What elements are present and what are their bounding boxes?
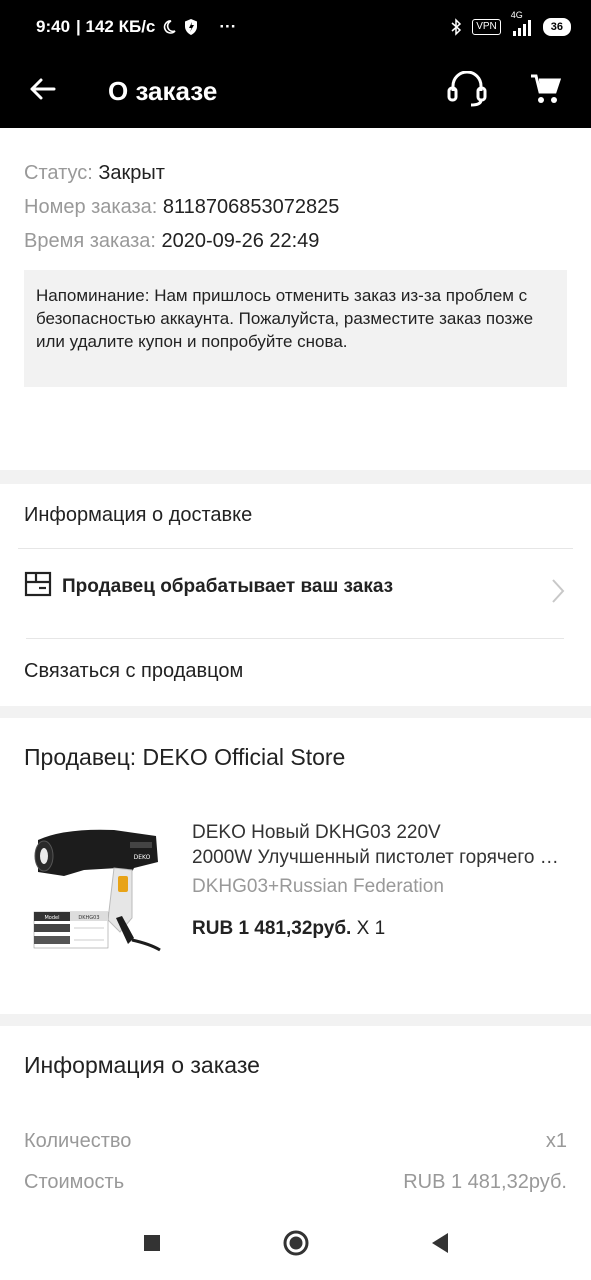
- vpn-badge: VPN: [472, 19, 501, 35]
- product-price: RUB 1 481,32руб.: [192, 918, 352, 939]
- order-status-section: Статус: Закрыт Номер заказа: 81187068530…: [0, 128, 591, 470]
- product-card[interactable]: Model DKHG03 DEKO DEKO Новый DKHG03 220V…: [24, 810, 571, 970]
- quantity-label: Количество: [24, 1130, 132, 1152]
- triangle-back-icon: [430, 1232, 450, 1259]
- page-title: О заказе: [108, 75, 218, 106]
- delivery-title: Информация о доставке: [24, 504, 253, 526]
- order-number-row: Номер заказа: 8118706853072825: [24, 190, 339, 224]
- order-number-label: Номер заказа:: [24, 196, 163, 218]
- contact-seller-link[interactable]: Связаться с продавцом: [24, 660, 243, 683]
- image-table-label-left: Model: [44, 915, 59, 921]
- back-nav-button[interactable]: [418, 1223, 462, 1267]
- bluetooth-icon: [450, 18, 462, 36]
- network-type: 4G: [510, 10, 523, 20]
- moon-icon: [161, 19, 177, 35]
- status-bar: 9:40 | 142 КБ/с ··· VPN 4G 36: [0, 0, 591, 54]
- shield-icon: [183, 18, 199, 36]
- status-row: Статус: Закрыт: [24, 156, 339, 190]
- status-more: ···: [219, 17, 237, 36]
- product-variant: DKHG03+Russian Federation: [192, 876, 444, 897]
- status-label: Статус:: [24, 162, 99, 184]
- order-time-value: 2020-09-26 22:49: [161, 230, 320, 252]
- divider: [26, 638, 564, 639]
- arrow-left-icon: [28, 77, 56, 106]
- quantity-value: x1: [545, 1130, 567, 1152]
- cart-button[interactable]: [523, 69, 567, 113]
- status-value: Закрыт: [98, 162, 165, 184]
- image-table-label-right: DKHG03: [78, 915, 99, 921]
- support-button[interactable]: [445, 69, 489, 113]
- app-bar: О заказе: [0, 54, 591, 128]
- back-button[interactable]: [0, 54, 84, 128]
- system-nav-bar: [0, 1210, 591, 1280]
- product-price-row: RUB 1 481,32руб. X 1: [192, 918, 567, 940]
- recents-button[interactable]: [130, 1223, 174, 1267]
- order-time-row: Время заказа: 2020-09-26 22:49: [24, 224, 339, 258]
- chevron-right-icon: [551, 578, 565, 609]
- order-number-value[interactable]: 8118706853072825: [163, 196, 339, 218]
- quantity-row: Количество x1: [24, 1130, 567, 1153]
- shopping-cart-icon: [529, 73, 562, 110]
- cost-row: Стоимость RUB 1 481,32руб.: [24, 1171, 567, 1194]
- seller-section: Продавец: DEKO Official Store Model DKHG…: [0, 718, 591, 1014]
- image-brand-label: DEKO: [134, 854, 151, 861]
- cancel-notice: Напоминание: Нам пришлось отменить заказ…: [24, 270, 567, 387]
- battery-indicator: 36: [542, 18, 571, 36]
- order-info-section: Информация о заказе Количество x1 Стоимо…: [0, 1026, 591, 1210]
- cost-label: Стоимость: [24, 1171, 125, 1193]
- processing-status-text: Продавец обрабатывает ваш заказ: [62, 576, 394, 597]
- status-speed: | 142 КБ/с: [76, 17, 156, 36]
- package-box-icon: [24, 571, 52, 602]
- headset-icon: [446, 70, 488, 112]
- processing-status-row[interactable]: Продавец обрабатывает ваш заказ: [18, 549, 573, 637]
- product-name-line2: 2000W Улучшенный пистолет горячего возду…: [192, 847, 567, 868]
- order-info-title: Информация о заказе: [24, 1052, 260, 1078]
- product-image: Model DKHG03 DEKO: [24, 810, 172, 970]
- circle-icon: [282, 1229, 310, 1262]
- order-time-label: Время заказа:: [24, 230, 162, 252]
- product-qty: X 1: [351, 918, 386, 939]
- delivery-section: Информация о доставке Продавец обрабатыв…: [0, 484, 591, 706]
- status-time: 9:40: [36, 17, 71, 36]
- cost-value: RUB 1 481,32руб.: [403, 1171, 567, 1193]
- seller-title[interactable]: Продавец: DEKO Official Store: [24, 744, 345, 771]
- product-name-line1: DEKO Новый DKHG03 220V: [192, 822, 441, 843]
- square-icon: [143, 1234, 161, 1257]
- home-button[interactable]: [274, 1223, 318, 1267]
- signal-icon: 4G: [511, 10, 533, 36]
